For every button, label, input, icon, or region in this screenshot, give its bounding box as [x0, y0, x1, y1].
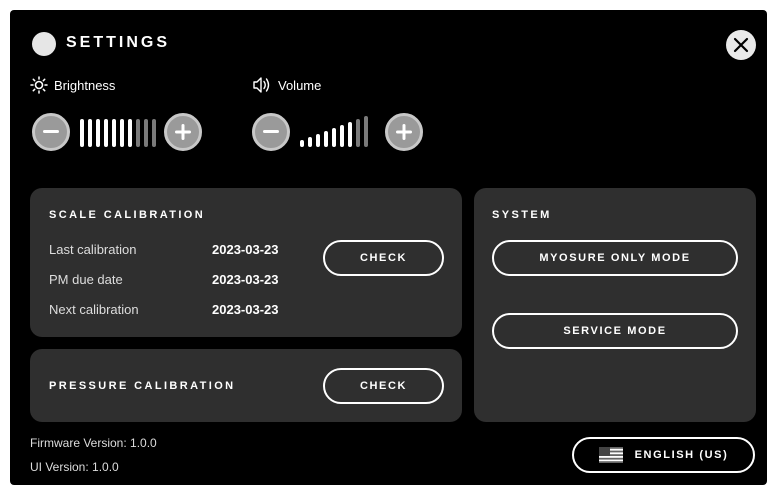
level-bar — [324, 131, 328, 147]
level-bar — [152, 119, 156, 147]
brightness-label-text: Brightness — [54, 77, 116, 93]
brightness-decrease-button[interactable] — [32, 113, 70, 151]
scale-calibration-title: SCALE CALIBRATION — [49, 209, 206, 221]
next-calibration-value: 2023-03-23 — [212, 302, 279, 317]
pm-due-date-label: PM due date — [49, 272, 123, 287]
level-bar — [112, 119, 116, 147]
last-calibration-value: 2023-03-23 — [212, 242, 279, 257]
volume-level-bars — [300, 116, 368, 147]
level-bar — [136, 119, 140, 147]
level-bar — [88, 119, 92, 147]
volume-label: Volume — [252, 76, 321, 94]
page-title: SETTINGS — [66, 34, 171, 51]
pressure-calibration-panel: PRESSURE CALIBRATION CHECK — [30, 349, 462, 422]
title-dot-icon — [32, 32, 56, 56]
level-bar — [348, 122, 352, 147]
pressure-check-button[interactable]: CHECK — [323, 368, 444, 404]
system-panel: SYSTEM MYOSURE ONLY MODE SERVICE MODE — [474, 188, 756, 422]
level-bar — [96, 119, 100, 147]
myosure-only-mode-button[interactable]: MYOSURE ONLY MODE — [492, 240, 738, 276]
minus-icon — [263, 130, 279, 133]
level-bar — [104, 119, 108, 147]
level-bar — [356, 119, 360, 147]
minus-icon — [43, 130, 59, 133]
volume-icon — [253, 77, 270, 93]
level-bar — [340, 125, 344, 147]
level-bar — [332, 128, 336, 147]
brightness-level-bars — [80, 117, 156, 147]
next-calibration-label: Next calibration — [49, 302, 139, 317]
settings-screen: SETTINGS Brightness Volume SCALE CALIBRA… — [10, 10, 767, 485]
scale-calibration-panel: SCALE CALIBRATION Last calibration 2023-… — [30, 188, 462, 337]
firmware-version: Firmware Version: 1.0.0 — [30, 436, 157, 450]
level-bar — [316, 134, 320, 147]
brightness-label: Brightness — [30, 76, 115, 94]
brightness-icon — [30, 76, 48, 94]
level-bar — [144, 119, 148, 147]
language-label: ENGLISH (US) — [634, 449, 729, 461]
language-button[interactable]: ENGLISH (US) — [572, 437, 755, 473]
level-bar — [80, 119, 84, 147]
pm-due-date-value: 2023-03-23 — [212, 272, 279, 287]
us-flag-icon — [598, 447, 623, 463]
level-bar — [300, 140, 304, 147]
close-icon — [733, 37, 749, 53]
system-title: SYSTEM — [492, 209, 552, 221]
plus-icon — [396, 124, 412, 140]
close-button[interactable] — [726, 30, 756, 60]
scale-check-button[interactable]: CHECK — [323, 240, 444, 276]
pressure-calibration-title: PRESSURE CALIBRATION — [49, 380, 236, 392]
volume-increase-button[interactable] — [385, 113, 423, 151]
last-calibration-label: Last calibration — [49, 242, 137, 257]
level-bar — [120, 119, 124, 147]
service-mode-button[interactable]: SERVICE MODE — [492, 313, 738, 349]
level-bar — [308, 137, 312, 147]
volume-label-text: Volume — [278, 77, 322, 93]
level-bar — [128, 119, 132, 147]
ui-version: UI Version: 1.0.0 — [30, 460, 119, 474]
volume-decrease-button[interactable] — [252, 113, 290, 151]
plus-icon — [175, 124, 191, 140]
level-bar — [364, 116, 368, 147]
brightness-increase-button[interactable] — [164, 113, 202, 151]
